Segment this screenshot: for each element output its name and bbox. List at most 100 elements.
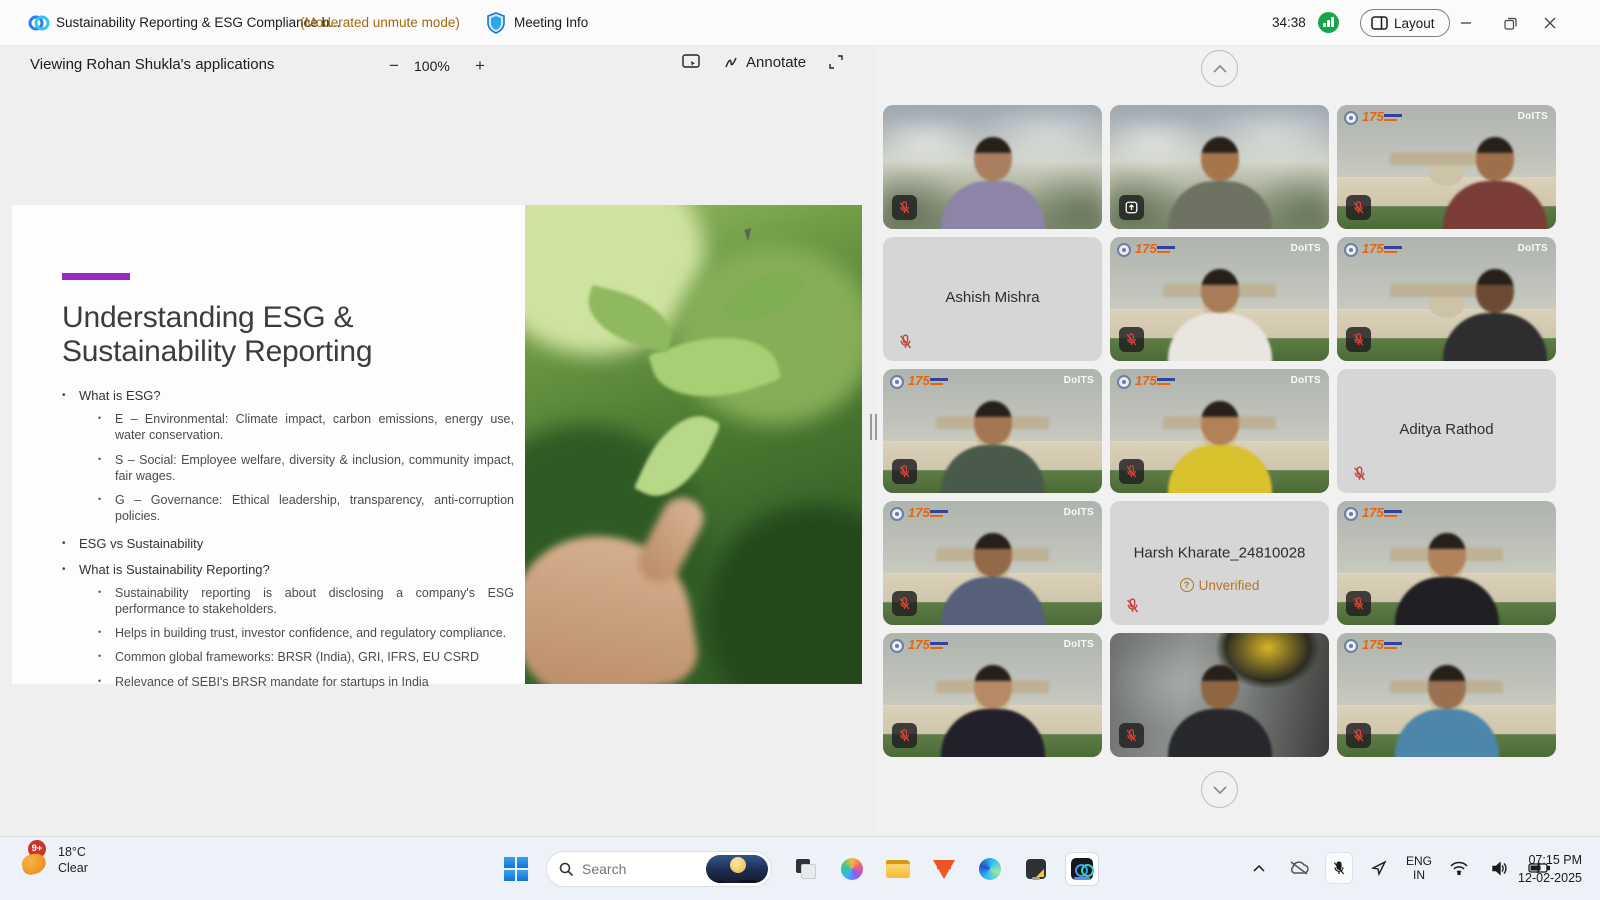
task-view-button[interactable] (790, 853, 822, 885)
video-tile[interactable]: 175 (1337, 501, 1556, 625)
question-circle-icon: ? (1180, 578, 1194, 592)
maximize-button[interactable] (1488, 0, 1532, 46)
onedrive-paused-icon[interactable] (1286, 853, 1312, 883)
weather-temp: 18°C (58, 845, 86, 859)
panel-resize-handle[interactable] (870, 414, 877, 440)
participant-name: Aditya Rathod (1337, 421, 1556, 438)
mic-muted-icon (892, 723, 917, 748)
tray-date: 12-02-2025 (1518, 871, 1582, 885)
clock[interactable]: 07:15 PM 12-02-2025 (1518, 851, 1582, 887)
annotate-button[interactable]: Annotate (724, 54, 806, 71)
meeting-info-button[interactable]: Meeting Info (514, 15, 588, 30)
mic-muted-icon (1121, 594, 1143, 616)
slide-leaf-photo (525, 205, 862, 684)
bullet-item: What is ESG? (62, 388, 514, 403)
iit-roorkee-logo: 175 (1344, 111, 1404, 127)
participants-panel: 175 DoITS Ashish Mishra 175 DoITS 175 Do… (876, 46, 1600, 836)
location-icon[interactable] (1366, 853, 1392, 883)
webex-app-button[interactable] (1066, 853, 1098, 885)
mic-muted-icon (1346, 327, 1371, 352)
participant-video (1420, 269, 1556, 361)
taskbar-search[interactable] (546, 851, 772, 887)
participant-name: Ashish Mishra (883, 289, 1102, 306)
scroll-up-button[interactable] (1201, 50, 1238, 87)
iit-roorkee-logo: 175 (1344, 243, 1404, 259)
notification-badge: 9+ (28, 840, 46, 858)
volume-icon[interactable] (1486, 853, 1512, 883)
search-input[interactable] (582, 861, 702, 877)
bullet-item: G – Governance: Ethical leadership, tran… (98, 492, 514, 525)
system-tray: ENGIN (1246, 853, 1552, 883)
video-tile[interactable] (1110, 633, 1329, 757)
connection-quality-icon (1318, 12, 1339, 33)
file-explorer-icon (886, 860, 910, 878)
language-indicator[interactable]: ENGIN (1406, 854, 1432, 883)
bullet-item: What is Sustainability Reporting? (62, 562, 514, 577)
layout-button[interactable]: Layout (1360, 9, 1450, 37)
video-tile[interactable] (1110, 105, 1329, 229)
iit-roorkee-logo: 175 (1117, 243, 1177, 259)
doits-watermark: DoITS (1518, 243, 1548, 254)
view-options-button[interactable] (682, 54, 700, 70)
brave-browser-button[interactable] (928, 853, 960, 885)
video-tile[interactable] (883, 105, 1102, 229)
slide-accent-bar (62, 273, 130, 280)
copilot-button[interactable] (836, 853, 868, 885)
notepad-button[interactable] (1020, 853, 1052, 885)
scroll-down-button[interactable] (1201, 771, 1238, 808)
mic-muted-icon (1119, 459, 1144, 484)
name-tile[interactable]: Aditya Rathod (1337, 369, 1556, 493)
video-tile[interactable]: 175 DoITS (1110, 237, 1329, 361)
participant-video (918, 137, 1068, 229)
iit-roorkee-logo: 175 (890, 639, 950, 655)
mic-muted-icon (1348, 462, 1370, 484)
weather-widget[interactable]: 9+ 18°C Clear (20, 845, 88, 876)
iit-roorkee-logo: 175 (1344, 507, 1404, 523)
bullet-item: E – Environmental: Climate impact, carbo… (98, 411, 514, 444)
name-tile[interactable]: Harsh Kharate_24810028 ? Unverified (1110, 501, 1329, 625)
tray-overflow-button[interactable] (1246, 853, 1272, 883)
minimize-button[interactable] (1444, 0, 1488, 46)
screen-share-toolbar: Viewing Rohan Shukla's applications − 10… (0, 46, 880, 86)
layout-grid-icon (1371, 16, 1388, 30)
mic-muted-icon (1119, 723, 1144, 748)
chevron-up-icon (1212, 64, 1228, 74)
meeting-title: Sustainability Reporting & ESG Complianc… (56, 15, 340, 30)
participant-video (1145, 665, 1295, 757)
edge-browser-button[interactable] (974, 853, 1006, 885)
start-button[interactable] (500, 853, 532, 885)
meeting-title-bar: Sustainability Reporting & ESG Complianc… (0, 0, 1600, 46)
search-icon (559, 862, 574, 877)
doits-watermark: DoITS (1064, 375, 1094, 386)
video-tile[interactable]: 175 DoITS (1110, 369, 1329, 493)
video-tile[interactable]: 175 DoITS (883, 369, 1102, 493)
participant-video (1420, 137, 1556, 229)
bullet-item: Relevance of SEBI's BRSR mandate for sta… (98, 674, 514, 690)
zoom-out-button[interactable]: − (382, 54, 406, 78)
name-tile[interactable]: Ashish Mishra (883, 237, 1102, 361)
video-tile[interactable]: 175 (1337, 633, 1556, 757)
close-button[interactable] (1528, 0, 1572, 46)
zoom-in-button[interactable]: + (468, 54, 492, 78)
file-explorer-button[interactable] (882, 853, 914, 885)
notepad-icon (1026, 859, 1046, 879)
zoom-level: 100% (414, 58, 450, 74)
doits-watermark: DoITS (1064, 507, 1094, 518)
video-tile[interactable]: 175 DoITS (883, 633, 1102, 757)
bullet-item: Helps in building trust, investor confid… (98, 625, 514, 641)
bullet-item: Common global frameworks: BRSR (India), … (98, 649, 514, 665)
participant-video (1145, 401, 1295, 493)
monitor-icon (682, 54, 700, 70)
tray-mic-muted-icon[interactable] (1326, 853, 1352, 883)
mic-muted-icon (892, 195, 917, 220)
expand-view-button[interactable] (828, 54, 844, 70)
video-tile[interactable]: 175 DoITS (883, 501, 1102, 625)
slide-bullet-list: What is ESG? E – Environmental: Climate … (62, 377, 514, 690)
participant-video (1145, 269, 1295, 361)
mic-muted-icon (1346, 195, 1371, 220)
wifi-icon[interactable] (1446, 853, 1472, 883)
video-tile[interactable]: 175 DoITS (1337, 105, 1556, 229)
shield-icon (486, 12, 506, 34)
video-tile[interactable]: 175 DoITS (1337, 237, 1556, 361)
iit-roorkee-logo: 175 (1117, 375, 1177, 391)
